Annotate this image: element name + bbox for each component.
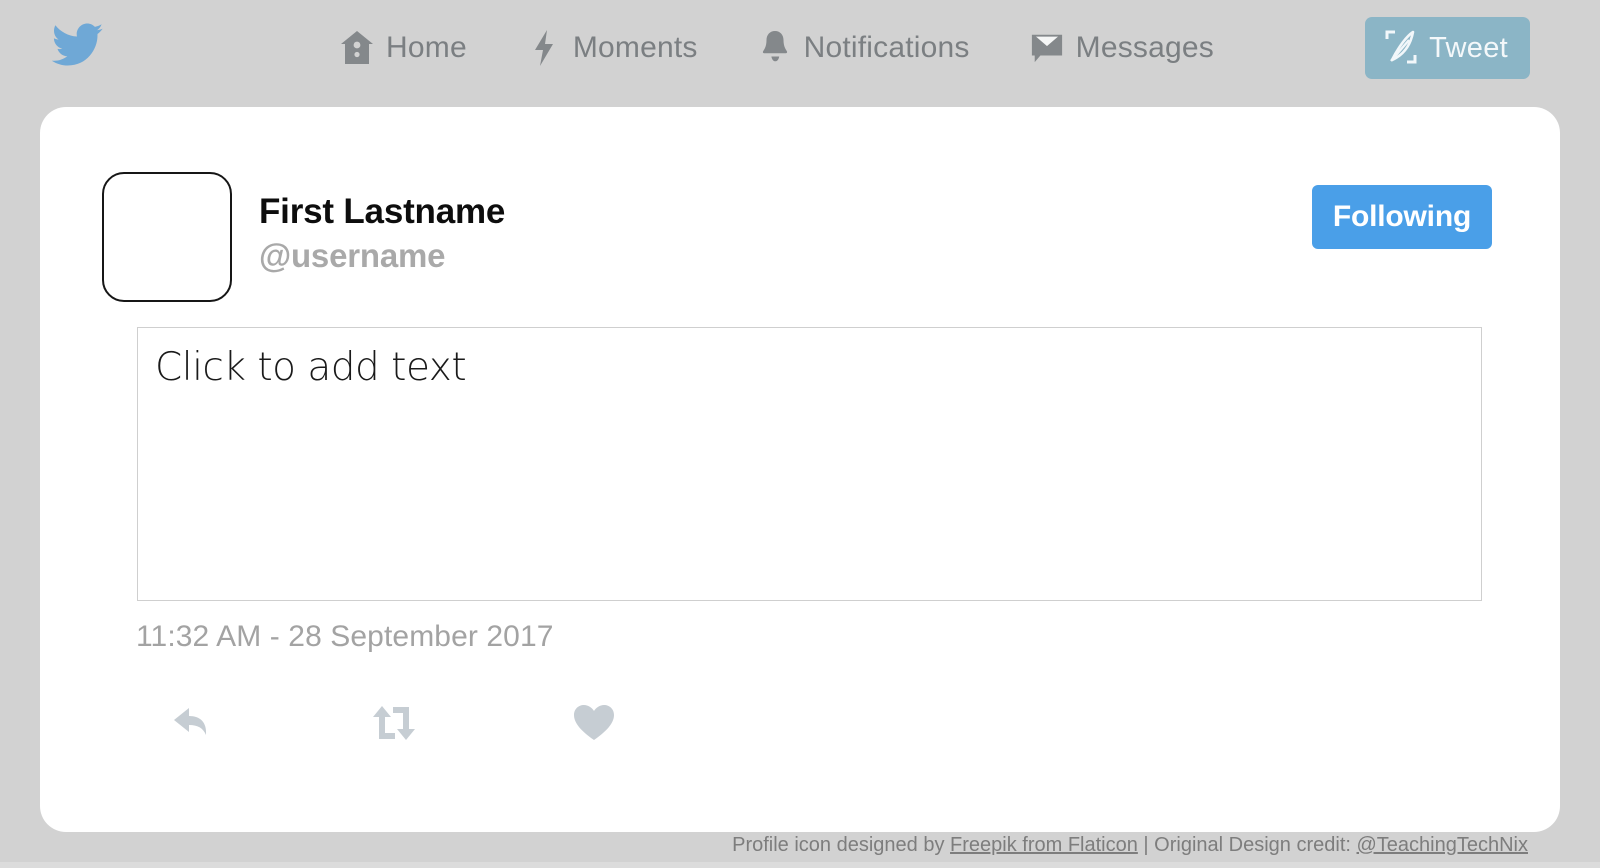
home-icon [340,29,374,67]
teachingtechnix-link[interactable]: @TeachingTechNix [1357,834,1529,856]
top-navigation-bar: Home Moments Notifications Messages Twee… [0,0,1600,96]
tweet-header: First Lastname @username Following [102,171,1498,307]
following-button[interactable]: Following [1312,185,1492,249]
nav-item-moments-label: Moments [572,31,698,64]
reply-arrow-icon [171,703,217,748]
nav-item-notifications-label: Notifications [803,31,970,64]
tweet-timestamp: 11:32 AM - 28 September 2017 [136,620,554,653]
tweet-button-label: Tweet [1429,31,1508,64]
nav-item-moments[interactable]: Moments [527,29,698,67]
tweet-card: First Lastname @username Following Click… [40,107,1560,832]
tweet-actions [136,697,696,757]
nav-links: Home Moments Notifications Messages [340,0,1214,96]
envelope-icon [1030,29,1064,67]
twitter-bird-icon[interactable] [51,22,104,68]
app-root: Home Moments Notifications Messages Twee… [0,0,1600,868]
footer-separator: | Original Design credit: [1137,834,1357,856]
nav-item-home[interactable]: Home [340,29,467,67]
tweet-text-input[interactable]: Click to add text [137,327,1482,601]
retweet-button[interactable] [366,697,422,753]
nav-item-messages-label: Messages [1075,31,1214,64]
like-button[interactable] [566,697,622,753]
quill-compose-icon [1383,28,1419,69]
user-identity: First Lastname @username [259,192,506,274]
user-handle: @username [259,236,446,274]
footer-credit-text: Profile icon designed by Freepik from Fl… [732,834,1528,857]
bell-icon [758,29,792,67]
tweet-text-placeholder: Click to add text [155,345,467,390]
display-name: First Lastname [259,192,506,231]
footer-prefix: Profile icon designed by [732,834,951,856]
nav-item-notifications[interactable]: Notifications [758,29,970,67]
avatar-placeholder[interactable] [102,172,232,302]
retweet-icon [369,703,419,748]
lightning-bolt-icon [527,29,561,67]
bottom-strip [0,862,1600,868]
tweet-compose-button[interactable]: Tweet [1365,17,1530,79]
nav-item-home-label: Home [386,31,467,64]
nav-item-messages[interactable]: Messages [1030,29,1214,67]
freepik-flaticon-link[interactable]: Freepik from Flaticon [950,834,1138,856]
heart-icon [572,703,616,748]
reply-button[interactable] [166,697,222,753]
